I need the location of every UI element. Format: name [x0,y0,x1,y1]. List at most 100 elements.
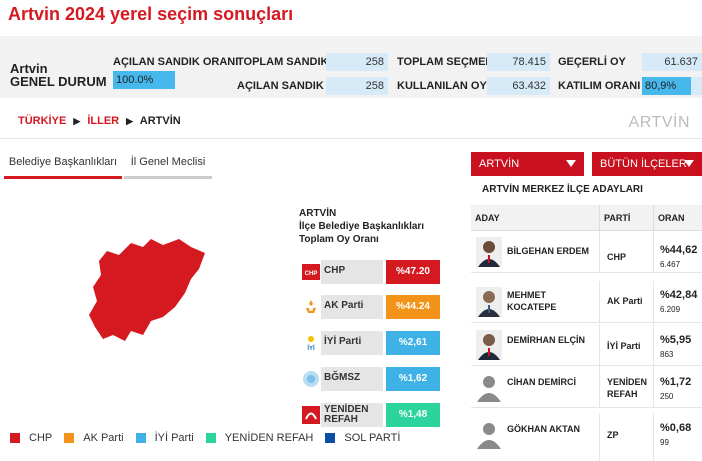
region-watermark: ARTVİN [628,114,690,131]
votes-cast-value: 63.432 [487,77,550,95]
candidate-name: MEHMET KOCATEPE [507,290,557,312]
table-row[interactable]: MEHMET KOCATEPE AK Parti %42,84 6.209 [471,281,702,323]
ak-parti-logo-icon [302,297,320,317]
district-map[interactable] [85,235,207,343]
svg-text:CHP: CHP [305,271,318,277]
party-name: CHP [321,260,383,284]
turnout-fill: 80,9% [642,77,691,95]
breadcrumb-current: ARTVİN [139,115,181,127]
district-dropdown-label: BÜTÜN İLÇELER [600,158,687,170]
city-dropdown[interactable]: ARTVİN [471,152,584,176]
iyi-parti-logo-icon: İYİ [302,333,320,353]
turnout-bar: 80,9% [642,77,702,95]
candidates-table-header: ADAY PARTİ ORAN [471,205,702,231]
breadcrumb-arrow-icon: ▶ [73,116,81,126]
turnout-label: KATILIM ORANI [558,80,641,92]
summary-region: Artvin GENEL DURUM [10,62,107,88]
header-percent: ORAN [658,213,685,223]
candidate-name: GÖKHAN AKTAN [507,424,580,434]
legend-swatch [325,433,336,443]
candidate-votes: 250 [660,392,674,401]
party-row: İYİ İYİ Parti %2,61 [299,331,441,355]
party-name: BĞMSZ [321,367,383,391]
total-boxes-value: 258 [326,53,388,71]
candidate-name: CİHAN DEMİRCİ [507,377,576,387]
candidate-name: BİLGEHAN ERDEM [507,246,590,256]
bagimsiz-logo-icon [302,369,320,389]
candidate-party: ZP [607,430,619,440]
header-candidate: ADAY [475,213,500,223]
candidate-photo [476,330,502,360]
tab-provincial-council[interactable]: İl Genel Meclisi [124,156,212,179]
table-row[interactable]: BİLGEHAN ERDEM CHP %44,62 6.467 [471,231,702,273]
candidate-percent: %44,62 [660,244,698,256]
page-title: Artvin 2024 yerel seçim sonuçları [8,4,294,24]
candidate-party: AK Parti [607,296,643,306]
candidate-party: YENİDEN REFAH [607,377,648,399]
summary-panel: Artvin GENEL DURUM AÇILAN SANDIK ORANI 1… [0,36,702,98]
district-dropdown[interactable]: BÜTÜN İLÇELER [592,152,702,176]
svg-text:İYİ: İYİ [307,345,315,352]
breadcrumb-iller[interactable]: İLLER [87,115,119,127]
total-voters-value: 78.415 [487,53,550,71]
legend-item: CHP [10,432,52,444]
caret-down-icon [566,160,576,167]
table-row[interactable]: GÖKHAN AKTAN ZP %0,68 99 [471,413,702,461]
party-name: İYİ Parti [321,331,383,355]
city-dropdown-label: ARTVİN [479,158,520,170]
avatar-placeholder-icon [477,376,501,402]
opened-box-ratio-bar: 100.0% [113,71,175,89]
breadcrumb-arrow-icon: ▶ [126,116,134,126]
party-percent: %2,61 [386,331,440,355]
candidate-votes: 6.467 [660,260,681,269]
tab-mayoralties[interactable]: Belediye Başkanlıkları [4,156,122,179]
party-percent: %44.24 [386,295,440,319]
legend-item: SOL PARTİ [325,432,400,444]
candidate-percent: %1,72 [660,376,692,388]
party-row: AK Parti %44.24 [299,295,441,319]
legend-swatch [135,433,146,443]
party-row: BĞMSZ %1,62 [299,367,441,391]
candidate-name: DEMİRHAN ELÇİN [507,335,585,345]
total-voters-label: TOPLAM SEÇMEN [397,56,494,68]
header-party: PARTİ [604,213,631,223]
candidate-votes: 6.209 [660,305,681,314]
candidates-title: ARTVİN MERKEZ İLÇE ADAYLARI [482,184,643,195]
breadcrumb-turkiye[interactable]: TÜRKİYE [18,115,66,127]
party-row: YENİDEN REFAH %1,48 [299,403,441,427]
party-name: YENİDEN REFAH [321,403,383,427]
candidate-votes: 863 [660,350,674,359]
divider [0,138,702,139]
table-row[interactable]: DEMİRHAN ELÇİN İYİ Parti %5,95 863 [471,324,702,366]
caret-down-icon [684,160,694,167]
artvin-merkez-district-shape[interactable] [89,239,205,341]
legend-item: YENİDEN REFAH [205,432,313,444]
party-name: AK Parti [321,295,383,319]
legend-swatch [10,433,20,443]
valid-votes-value: 61.637 [642,53,702,71]
candidate-photo [476,237,502,267]
opened-box-ratio-fill: 100.0% [113,71,175,89]
total-boxes-label: TOPLAM SANDIK [237,56,329,68]
opened-box-ratio-label: AÇILAN SANDIK ORANI [113,56,239,68]
table-row[interactable]: CİHAN DEMİRCİ YENİDEN REFAH %1,72 250 [471,366,702,408]
opened-boxes-value: 258 [326,77,388,95]
valid-votes-label: GEÇERLİ OY [558,56,626,68]
candidate-percent: %5,95 [660,334,692,346]
candidate-party: İYİ Parti [607,341,641,351]
legend-swatch [64,433,75,443]
panel-title: ARTVİN İlçe Belediye Başkanlıkları Topla… [299,207,424,246]
breadcrumb: TÜRKİYE ▶ İLLER ▶ ARTVİN [18,115,185,127]
legend-item: İYİ Parti [135,432,194,444]
summary-region-subtitle: GENEL DURUM [10,74,107,89]
map-legend: CHP AK Parti İYİ Parti YENİDEN REFAH SOL… [10,432,412,444]
panel-title-metric: Toplam Oy Oranı [299,234,379,245]
avatar-placeholder-icon [477,423,501,449]
party-percent: %47.20 [386,260,440,284]
candidate-photo [476,287,502,317]
panel-title-city: ARTVİN [299,208,337,219]
party-row: CHP CHP %47.20 [299,260,441,284]
candidate-percent: %42,84 [660,289,698,301]
legend-swatch [205,433,216,443]
chp-logo-icon: CHP [302,262,320,282]
